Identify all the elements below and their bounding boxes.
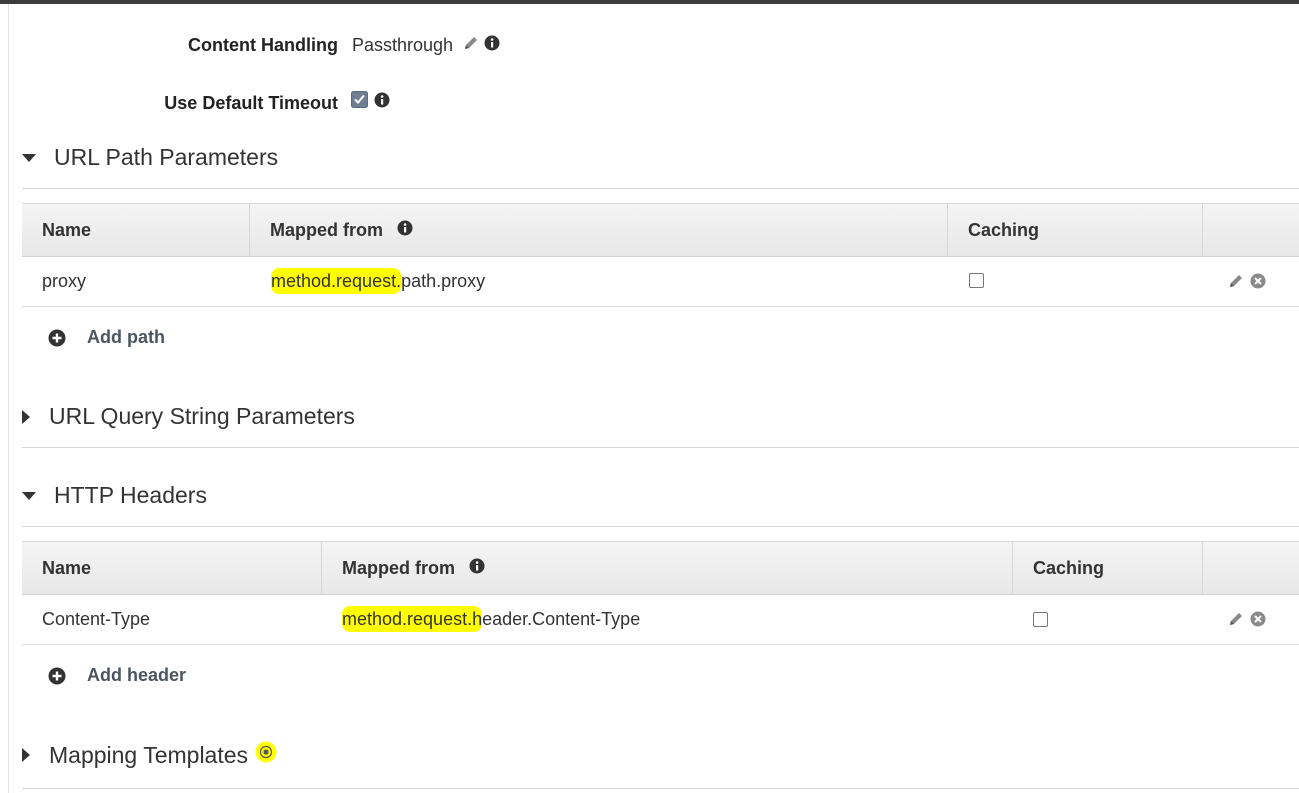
- header-mapped-from: method.request.header.Content-Type: [342, 594, 640, 644]
- param-name: proxy: [42, 271, 87, 291]
- content-handling-row: Passthrough: [352, 35, 500, 56]
- section-url-path-parameters[interactable]: URL Path Parameters: [22, 144, 278, 171]
- divider: [22, 447, 1299, 448]
- left-divider: [8, 4, 9, 793]
- info-icon[interactable]: [469, 542, 485, 594]
- column-name: Name: [22, 204, 250, 256]
- highlighted-text: method.request.h: [342, 606, 483, 632]
- add-path-label: Add path: [87, 327, 165, 347]
- add-header-label: Add header: [87, 665, 187, 685]
- divider: [22, 788, 1299, 789]
- highlight-marker-icon: [255, 741, 277, 769]
- column-actions: [1203, 542, 1299, 594]
- add-header-button[interactable]: Add header: [48, 665, 186, 686]
- caret-down-icon: [22, 153, 36, 162]
- section-title: HTTP Headers: [54, 482, 207, 508]
- pencil-icon[interactable]: [1228, 611, 1244, 632]
- caret-down-icon: [22, 491, 36, 500]
- url-path-table-header: Name Mapped from Caching: [22, 203, 1299, 257]
- section-mapping-templates[interactable]: Mapping Templates: [22, 741, 277, 769]
- highlighted-text: method.request.: [271, 268, 402, 294]
- caching-checkbox[interactable]: [1033, 612, 1048, 627]
- column-mapped-from-label: Mapped from: [270, 220, 384, 240]
- section-url-query-string-parameters[interactable]: URL Query String Parameters: [22, 403, 355, 430]
- default-timeout-row: [351, 91, 390, 113]
- divider: [22, 526, 1299, 527]
- column-actions: [1203, 204, 1299, 256]
- table-row: proxy method.request.path.proxy: [22, 256, 1299, 307]
- section-title: URL Query String Parameters: [49, 403, 355, 429]
- column-mapped-from: Mapped from: [322, 542, 1013, 594]
- pencil-icon[interactable]: [1228, 273, 1244, 294]
- info-icon[interactable]: [484, 35, 500, 56]
- info-icon[interactable]: [397, 204, 413, 256]
- add-path-button[interactable]: Add path: [48, 327, 165, 348]
- default-timeout-label: Use Default Timeout: [164, 93, 338, 113]
- http-headers-table-header: Name Mapped from Caching: [22, 541, 1299, 595]
- add-circle-icon: [48, 329, 66, 346]
- section-title: URL Path Parameters: [54, 144, 279, 170]
- section-http-headers[interactable]: HTTP Headers: [22, 482, 207, 509]
- param-mapped-from: method.request.path.proxy: [271, 256, 485, 306]
- info-icon[interactable]: [374, 92, 390, 113]
- content-handling-label: Content Handling: [188, 35, 338, 55]
- section-title: Mapping Templates: [49, 741, 249, 768]
- divider: [22, 188, 1299, 189]
- table-row: Content-Type method.request.header.Conte…: [22, 594, 1299, 645]
- caret-right-icon: [22, 409, 30, 424]
- content-handling-value: Passthrough: [352, 35, 454, 55]
- remove-icon[interactable]: [1250, 611, 1266, 632]
- top-border: [0, 0, 1299, 4]
- column-mapped-from: Mapped from: [250, 204, 948, 256]
- column-caching: Caching: [1013, 542, 1203, 594]
- mapped-rest: path.proxy: [401, 271, 486, 291]
- header-name: Content-Type: [42, 609, 151, 629]
- caret-right-icon: [22, 748, 30, 762]
- column-caching: Caching: [948, 204, 1203, 256]
- pencil-icon[interactable]: [463, 35, 479, 56]
- checkbox-checked-icon[interactable]: [351, 91, 368, 113]
- caching-checkbox[interactable]: [969, 273, 984, 288]
- remove-icon[interactable]: [1250, 273, 1266, 294]
- add-circle-icon: [48, 667, 66, 684]
- column-mapped-from-label: Mapped from: [342, 558, 456, 578]
- column-name: Name: [22, 542, 322, 594]
- mapped-rest: eader.Content-Type: [482, 609, 641, 629]
